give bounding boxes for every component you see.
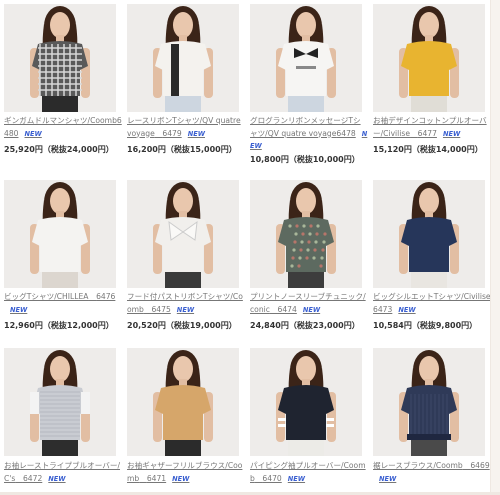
product-grid: ギンガムドルマンシャツ/Coomb6480 NEW 25,920円（税抜24,00… — [0, 0, 500, 495]
new-badge: NEW — [187, 129, 205, 138]
model-silhouette — [127, 348, 239, 456]
model-silhouette — [250, 180, 362, 288]
product-price: 10,800円（税抜10,000円） — [250, 155, 360, 164]
product-photo[interactable] — [250, 348, 362, 456]
product-photo[interactable] — [250, 180, 362, 288]
product-photo[interactable] — [373, 348, 485, 456]
product-photo[interactable] — [373, 180, 485, 288]
model-silhouette — [373, 4, 485, 112]
new-badge: NEW — [398, 305, 416, 314]
new-badge: NEW — [302, 305, 321, 314]
model-silhouette — [127, 180, 239, 288]
model-silhouette — [250, 4, 362, 112]
product-name-link[interactable]: お袖レーストライプブルオーバー/C's 6472 NEW — [4, 460, 122, 485]
model-silhouette — [4, 348, 116, 456]
new-badge: NEW — [287, 474, 306, 483]
product-price: 25,920円（税抜24,000円） — [4, 145, 114, 154]
product-name-link[interactable]: ビッグシルエットTシャツ/Civilise 6473 NEW — [373, 291, 491, 316]
scrollbar-track[interactable] — [490, 0, 500, 495]
product-photo[interactable] — [127, 348, 239, 456]
product-price: 15,120円（税抜14,000円） — [373, 145, 483, 154]
model-silhouette — [373, 180, 485, 288]
new-badge: NEW — [442, 129, 461, 138]
new-badge: NEW — [48, 474, 66, 483]
product-name-link[interactable]: ギンガムドルマンシャツ/Coomb6480 NEW — [4, 115, 122, 140]
model-silhouette — [250, 348, 362, 456]
product-photo[interactable] — [373, 4, 485, 112]
product-name-link[interactable]: 裾レースブラウス/Coomb 6469NEW — [373, 460, 491, 485]
product-name-link[interactable]: パイピング袖プルオーバー/Coomb 6470 NEW — [250, 460, 368, 485]
product-photo[interactable] — [4, 180, 116, 288]
product-price: 10,584円（税抜9,800円） — [373, 321, 478, 330]
product-name-link[interactable]: プリントノースリーブチュニック/conic 6474 NEW — [250, 291, 368, 316]
product-name-link[interactable]: お袖デザインコットンプルオーバー/Civilise 6477 NEW — [373, 115, 491, 140]
product-photo[interactable] — [250, 4, 362, 112]
new-badge: NEW — [379, 474, 397, 483]
product-price: 16,200円（税抜15,000円） — [127, 145, 237, 154]
product-name-link[interactable]: ビッグTシャツ/CHILLEA 6476NEW — [4, 291, 122, 316]
product-photo[interactable] — [4, 348, 116, 456]
product-price: 20,520円（税抜19,000円） — [127, 321, 237, 330]
product-photo[interactable] — [4, 4, 116, 112]
product-name-link[interactable]: グログランリボンメッセージTシャツ/QV quatre voyage6478 NE… — [250, 115, 368, 153]
product-photo[interactable] — [127, 4, 239, 112]
model-silhouette — [4, 4, 116, 112]
product-name-link[interactable]: フード付パストリボンTシャツ/Coomb 6475 NEW — [127, 291, 245, 316]
new-badge: NEW — [24, 129, 42, 138]
product-name-link[interactable]: お袖ギャザーフリルブラウス/Coomb 6471 NEW — [127, 460, 245, 485]
product-price: 24,840円（税抜23,000円） — [250, 321, 360, 330]
model-silhouette — [4, 180, 116, 288]
model-silhouette — [373, 348, 485, 456]
model-silhouette — [127, 4, 239, 112]
new-badge: NEW — [10, 305, 28, 314]
new-badge: NEW — [172, 474, 190, 483]
product-name-link[interactable]: レースリボンTシャツ/QV quatre voyage 6479 NEW — [127, 115, 245, 140]
product-price: 12,960円（税抜12,000円） — [4, 321, 114, 330]
product-photo[interactable] — [127, 180, 239, 288]
new-badge: NEW — [176, 305, 195, 314]
